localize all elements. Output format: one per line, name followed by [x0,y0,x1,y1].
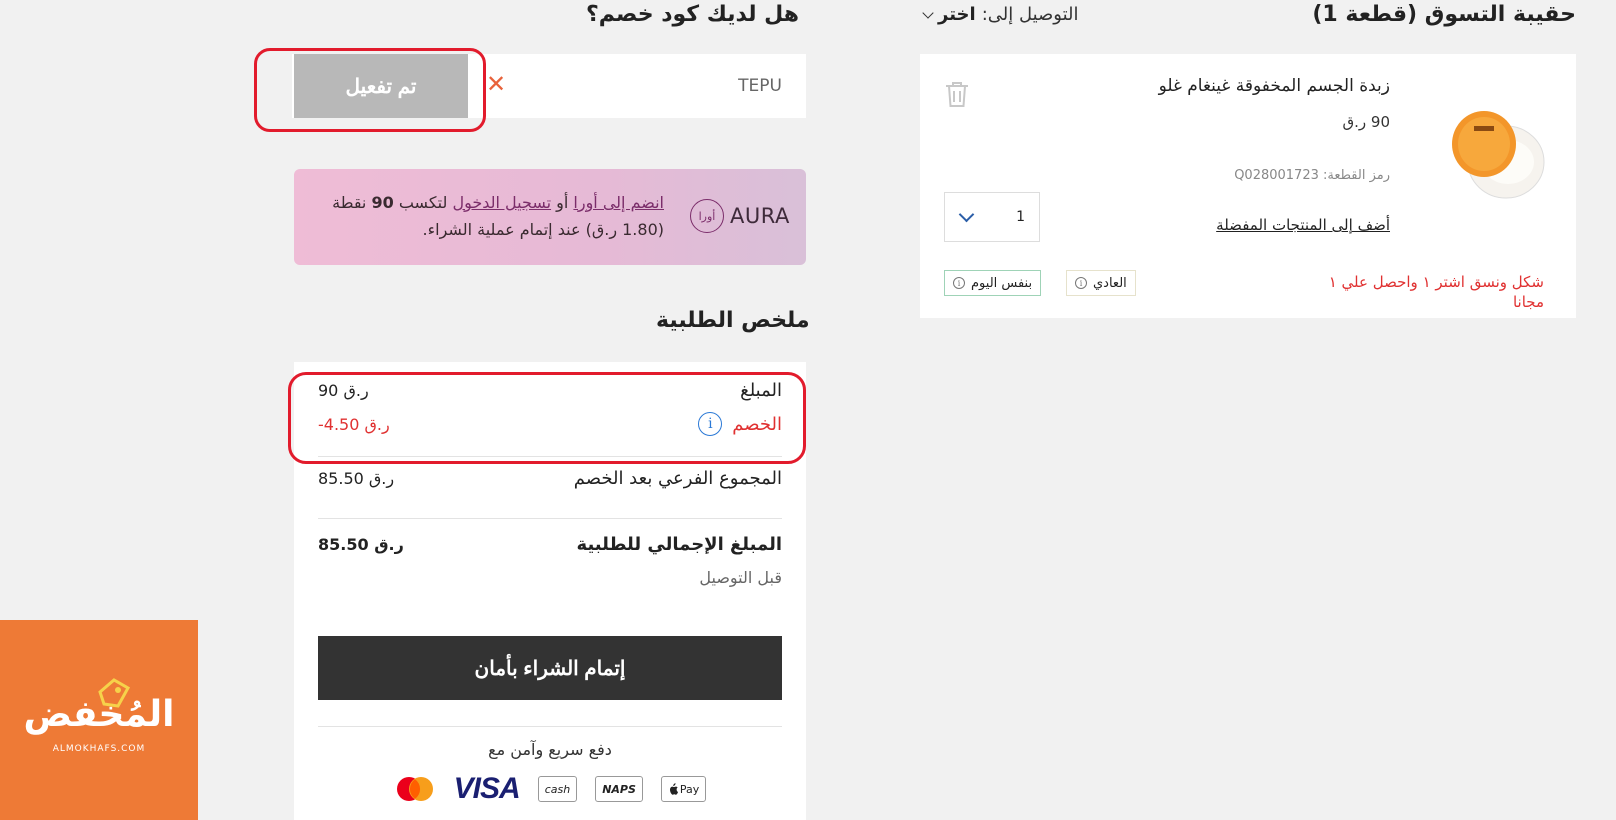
add-to-favorites-link[interactable]: أضف إلى المنتجات المفضلة [1216,216,1390,234]
product-code: رمز القطعة: Q028001723 [1234,168,1390,183]
coupon-input[interactable]: TEPU [738,54,782,118]
before-delivery-note: قبل التوصيل [699,568,782,587]
delivery-label: التوصيل إلى: [981,4,1079,25]
coupon-title: هل لديك كود خصم؟ [586,2,800,27]
aura-banner: أورا AURA انضم إلى أورا أو تسجيل الدخول … [294,169,806,265]
cart-title: حقيبة التسوق (قطعة 1) [1312,2,1576,27]
watermark-logo: المُخفض ALMOKHAFS.COM [0,620,198,820]
visa-icon: VISA [453,772,521,805]
aura-points-suffix: نقطة [332,193,367,212]
quantity-value: 1 [1016,209,1025,225]
aura-logo-icon: أورا [690,199,724,233]
info-icon[interactable]: i [953,277,965,289]
total-row: المبلغ الإجمالي للطلبية 85.50 ر.ق [318,534,782,555]
divider [318,518,782,519]
subtotal-value: 85.50 ر.ق [318,469,395,488]
naps-icon: NAPS [595,776,643,802]
aura-earn: لتكسب [398,193,448,212]
highlight-frame [254,48,486,132]
delivery-selector[interactable]: التوصيل إلى: اختر [922,4,1079,25]
payment-methods: VISA cash NAPS Pay [294,772,806,805]
quantity-select[interactable]: 1 [944,192,1040,242]
join-aura-link[interactable]: انضم إلى أورا [573,193,664,212]
total-label: المبلغ الإجمالي للطلبية [576,534,782,555]
trash-icon[interactable] [944,80,970,108]
login-link[interactable]: تسجيل الدخول [452,193,551,212]
cart-item-card: زبدة الجسم المخفوقة غينغام غلو 90 ر.ق رم… [920,54,1576,318]
info-icon[interactable]: i [1075,277,1087,289]
chevron-down-icon [958,206,975,222]
aura-message: انضم إلى أورا أو تسجيل الدخول لتكسب 90 ن… [304,189,664,243]
tag-same-day-label: بنفس اليوم [971,275,1033,291]
divider [318,726,782,727]
delivery-option-same-day[interactable]: بنفس اليوم i [944,270,1042,296]
aura-rest: (1.80 ر.ق) عند إتمام عملية الشراء. [422,220,664,239]
close-icon[interactable]: ✕ [486,72,506,96]
total-value: 85.50 ر.ق [318,535,404,554]
aura-logo: أورا AURA [690,199,790,233]
aura-or: أو [556,193,569,212]
subtotal-row: المجموع الفرعي بعد الخصم 85.50 ر.ق [318,468,782,489]
cash-icon: cash [537,776,578,802]
delivery-value: اختر [938,4,976,25]
tag-normal-label: العادي [1093,275,1127,291]
apple-pay-label: Pay [679,782,700,796]
aura-points: 90 [371,193,394,212]
aura-brand: AURA [730,204,790,228]
subtotal-label: المجموع الفرعي بعد الخصم [573,468,782,489]
checkout-button[interactable]: إتمام الشراء بأمان [318,636,782,700]
product-image[interactable] [1448,104,1548,204]
watermark-text: المُخفض [23,694,175,735]
delivery-option-normal[interactable]: العادي i [1066,270,1136,296]
summary-title: ملخص الطلبية [656,308,810,333]
product-name[interactable]: زبدة الجسم المخفوقة غينغام غلو [1159,76,1390,96]
chevron-down-icon [922,6,934,19]
watermark-site: ALMOKHAFS.COM [52,744,146,754]
highlight-frame [288,372,806,464]
payment-note: دفع سريع وآمن مع [488,740,612,759]
product-price: 90 ر.ق [1342,113,1390,131]
mastercard-icon [394,776,436,802]
before-delivery-row: قبل التوصيل [318,568,782,587]
apple-pay-icon: Pay [660,776,707,802]
promo-offer: شكل ونسق اشتر ١ واحصل علي ١ مجانا [1328,273,1544,311]
